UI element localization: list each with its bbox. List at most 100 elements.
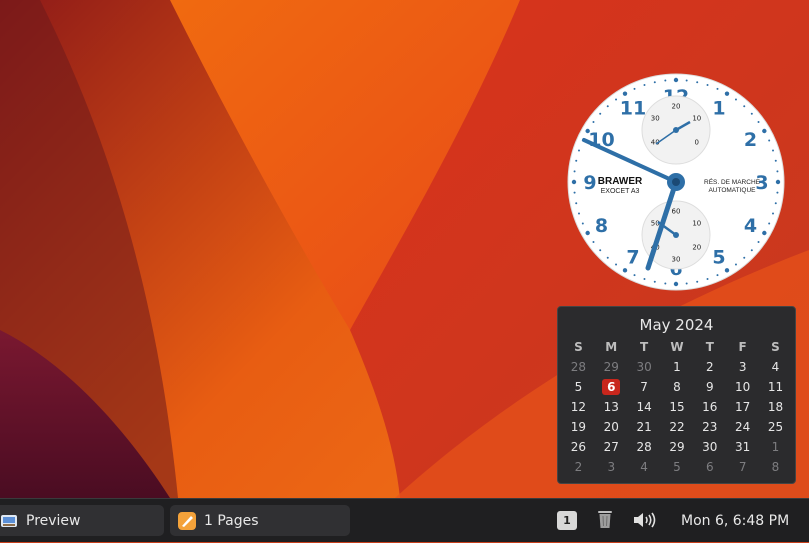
calendar-weekday: T <box>640 340 649 354</box>
calendar-day[interactable]: 18 <box>759 397 792 417</box>
clock-tick <box>696 280 699 283</box>
calendar-day[interactable]: 1 <box>759 437 792 457</box>
calendar-day[interactable]: 13 <box>595 397 628 417</box>
calendar-day-number: 17 <box>735 400 751 414</box>
clock-tick <box>768 139 771 142</box>
calendar-day-number: 20 <box>603 420 619 434</box>
calendar-day[interactable]: 4 <box>759 357 792 377</box>
trash-icon[interactable] <box>597 509 613 529</box>
clock-tick <box>776 170 779 173</box>
calendar-day[interactable]: 1 <box>661 357 694 377</box>
calendar-day[interactable]: 14 <box>628 397 661 417</box>
calendar-day[interactable]: 17 <box>726 397 759 417</box>
calendar-weekday: S <box>771 340 780 354</box>
calendar-day[interactable]: 9 <box>693 377 726 397</box>
calendar-day[interactable]: 2 <box>693 357 726 377</box>
calendar-day-number: 16 <box>702 400 718 414</box>
clock-tick <box>774 202 777 205</box>
clock-tick <box>633 274 636 277</box>
calendar-day[interactable]: 2 <box>562 457 595 477</box>
clock-tick <box>743 105 746 108</box>
calendar-day[interactable]: 8 <box>661 377 694 397</box>
clock-tick <box>585 230 590 236</box>
calendar-day[interactable]: 29 <box>595 357 628 377</box>
clock-tick <box>724 268 730 273</box>
calendar-day[interactable]: 5 <box>661 457 694 477</box>
calendar-day[interactable]: 26 <box>562 437 595 457</box>
calendar-day-number: 7 <box>738 460 747 474</box>
calendar-day[interactable]: 12 <box>562 397 595 417</box>
clock-numeral: 5 <box>712 246 725 268</box>
calendar-day[interactable]: 7 <box>726 457 759 477</box>
calendar-day[interactable]: 15 <box>661 397 694 417</box>
calendar-day-number: 28 <box>636 440 652 454</box>
calendar-weekday: W <box>670 340 684 354</box>
calendar-day[interactable]: 5 <box>562 377 595 397</box>
calendar-day[interactable]: 21 <box>628 417 661 437</box>
calendar-week-row: 19 20 21 22 23 24 25 <box>562 417 792 437</box>
calendar-day[interactable]: 4 <box>628 457 661 477</box>
clock-tick <box>599 112 602 115</box>
calendar-day-number: 27 <box>603 440 619 454</box>
clock-tick <box>673 281 679 287</box>
calendar-day[interactable]: 22 <box>661 417 694 437</box>
calendar-day[interactable]: 20 <box>595 417 628 437</box>
calendar-title: May 2024 <box>639 316 714 334</box>
calendar-day[interactable]: 3 <box>595 457 628 477</box>
calendar-day[interactable]: 8 <box>759 457 792 477</box>
calendar-day[interactable]: 25 <box>759 417 792 437</box>
calendar-day-number: 19 <box>570 420 587 434</box>
calendar-day[interactable]: 30 <box>628 357 661 377</box>
calendar-day[interactable]: 7 <box>628 377 661 397</box>
clock-tick <box>775 179 781 185</box>
calendar-day[interactable]: 16 <box>693 397 726 417</box>
calendar-day-number: 12 <box>570 400 587 414</box>
calendar-day-number: 25 <box>767 420 784 434</box>
calendar-day-number: 1 <box>771 440 780 454</box>
clock-tick <box>772 212 775 215</box>
clock-tick <box>606 105 609 108</box>
taskbar-item-preview[interactable]: Preview <box>0 505 164 536</box>
clock-tick <box>762 230 767 236</box>
calendar-day[interactable]: 28 <box>562 357 595 377</box>
calendar-day[interactable]: 19 <box>562 417 595 437</box>
calendar-day[interactable]: 27 <box>595 437 628 457</box>
subdial-label: 0 <box>695 139 699 147</box>
calendar-day[interactable]: 6 <box>693 457 726 477</box>
clock-tick <box>774 159 777 162</box>
calendar-day[interactable]: 24 <box>726 417 759 437</box>
calendar-weekday: S <box>574 340 583 354</box>
subdial-label: 20 <box>672 103 681 111</box>
calendar-day-number: 9 <box>705 380 714 394</box>
calendar-weekday: T <box>705 340 714 354</box>
calendar-day-number: 8 <box>673 380 681 394</box>
calendar-day[interactable]: 31 <box>726 437 759 457</box>
calendar-day[interactable]: 28 <box>628 437 661 457</box>
calendar-day[interactable]: 10 <box>726 377 759 397</box>
clock-tick <box>643 278 646 281</box>
calendar-day[interactable]: 23 <box>693 417 726 437</box>
calendar-day[interactable]: 3 <box>726 357 759 377</box>
workspace-badge[interactable]: 1 <box>557 511 577 530</box>
calendar-day-number: 18 <box>767 400 784 414</box>
calendar-day[interactable]: 29 <box>661 437 694 457</box>
clock-tick <box>716 87 719 90</box>
calendar-day-number: 28 <box>570 360 587 374</box>
calendar-day-today[interactable]: 6 <box>595 377 628 397</box>
calendar-week-row: 5 6 7 8 9 10 11 <box>562 377 792 397</box>
taskbar-item-pages[interactable]: 1 Pages <box>170 505 350 536</box>
calendar-day[interactable]: 11 <box>759 377 792 397</box>
calendar-day[interactable]: 30 <box>693 437 726 457</box>
clock-tick <box>573 191 576 194</box>
calendar-day-number: 24 <box>735 420 751 434</box>
calendar-week-row: 28 29 30 1 2 3 4 <box>562 357 792 377</box>
clock-tick <box>685 282 688 285</box>
clock-tick <box>653 81 656 84</box>
clock-tick <box>776 191 779 194</box>
calendar-week-row: 2 3 4 5 6 7 8 <box>562 457 792 477</box>
taskbar-clock[interactable]: Mon 6, 6:48 PM <box>681 499 789 543</box>
analog-clock-widget: 121234567891011 201003040601020304050 BR… <box>567 73 785 291</box>
volume-icon[interactable] <box>632 511 656 529</box>
calendar-week-row: 12 13 14 15 16 17 18 <box>562 397 792 417</box>
subdial-label: 60 <box>672 208 681 216</box>
